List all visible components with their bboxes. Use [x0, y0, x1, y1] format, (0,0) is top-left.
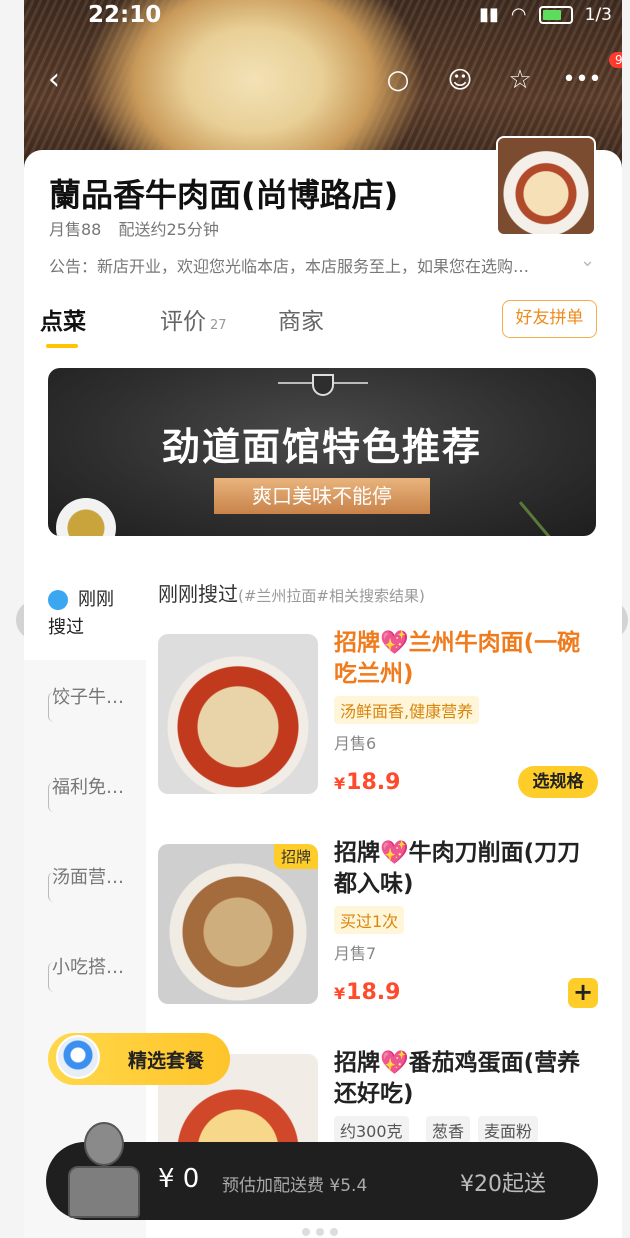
category-label: 刚刚搜过	[48, 589, 114, 638]
status-time: 22:10	[88, 2, 162, 28]
dish-tag: 汤鲜面香,健康营养	[334, 696, 480, 724]
search-icon[interactable]: ○	[378, 58, 418, 102]
tab-order[interactable]: 点菜	[40, 302, 86, 336]
dish-item[interactable]: 招牌 招牌💖牛肉刀削面(刀刀都入味) 买过1次 月售7 ¥18.9 +	[158, 840, 598, 1034]
dish-name: 招牌💖番茄鸡蛋面(营养还好吃)	[334, 1050, 581, 1107]
minimum-order[interactable]: ¥20起送	[460, 1166, 546, 1198]
dish-price: ¥18.9	[334, 980, 401, 1005]
shop-meta: 月售88 配送约25分钟	[49, 216, 231, 240]
star-icon[interactable]: ☆	[500, 58, 540, 102]
category-item-recent[interactable]: 刚刚搜过	[24, 560, 146, 660]
monthly-sales: 月售88	[49, 220, 102, 239]
dish-tag: 葱香	[426, 1116, 471, 1144]
tab-active-indicator	[46, 344, 78, 348]
tab-bar: 点菜 评价 27 商家 好友拼单	[24, 300, 622, 350]
dish-image[interactable]: 招牌	[158, 844, 318, 1004]
category-bullet-icon	[48, 692, 56, 722]
category-bullet-icon	[48, 782, 56, 812]
dish-tag: 买过1次	[334, 906, 405, 934]
page-dots	[302, 1228, 338, 1236]
category-item-dumplings[interactable]: 饺子牛…	[48, 686, 138, 722]
cart-avatar-icon[interactable]	[64, 1122, 144, 1222]
status-bar: 22:10 ▮▮ ◠ 1/3	[24, 0, 622, 32]
signature-tag: 招牌	[273, 844, 318, 869]
dish-sales: 月售6	[334, 734, 377, 753]
avatar-head	[84, 1122, 124, 1166]
combo-label: 精选套餐	[128, 1050, 205, 1072]
delivery-time: 配送约25分钟	[118, 220, 219, 239]
category-bullet-icon	[48, 962, 56, 992]
screen-frame: ‹ › 22:10 ▮▮ ◠ 1/3 ‹ ○ ☺ ☆ ••• 99+	[0, 0, 630, 1238]
signal-icon: ▮▮	[479, 4, 499, 25]
dish-tag: 麦面粉	[478, 1116, 539, 1144]
banner-title: 劲道面馆特色推荐	[161, 425, 482, 469]
dish-tag: 约300克	[334, 1116, 409, 1144]
choose-spec-button[interactable]: 选规格	[518, 766, 598, 798]
combo-set-button[interactable]: 精选套餐	[48, 1033, 230, 1085]
avatar-body	[68, 1166, 140, 1218]
category-bullet-icon	[48, 872, 56, 902]
category-item-snacks[interactable]: 小吃搭…	[48, 956, 138, 992]
dish-price: ¥18.9	[334, 770, 401, 795]
robot-icon	[56, 1035, 100, 1079]
back-icon[interactable]: ‹	[34, 58, 74, 102]
category-item-soup-noodles[interactable]: 汤面营…	[48, 866, 138, 902]
dish-image[interactable]	[158, 634, 318, 794]
tab-reviews[interactable]: 评价 27	[160, 302, 227, 336]
bowl-icon	[312, 374, 334, 396]
section-title: 刚刚搜过(#兰州拉面#相关搜索结果)	[158, 582, 425, 606]
notification-badge: 99+	[609, 52, 622, 68]
customer-service-icon[interactable]: ☺	[440, 58, 480, 102]
delivery-fee: 预估加配送费 ¥5.4	[222, 1176, 368, 1196]
chevron-down-icon[interactable]: ⌄	[580, 250, 595, 271]
banner-subtitle: 爽口美味不能停	[214, 478, 430, 514]
category-item-welfare[interactable]: 福利免…	[48, 776, 138, 812]
app-screen: 22:10 ▮▮ ◠ 1/3 ‹ ○ ☺ ☆ ••• 99+ 蘭品香牛肉面(尚博…	[24, 0, 622, 1238]
page-indicator: 1/3	[584, 4, 612, 25]
shop-info-card: 蘭品香牛肉面(尚博路店) 月售88 配送约25分钟 公告：新店开业，欢迎您光临本…	[24, 136, 622, 350]
dish-sales: 月售7	[334, 944, 377, 963]
sauce-dish-image	[56, 498, 116, 536]
battery-icon	[538, 5, 573, 24]
dish-name: 招牌💖牛肉刀削面(刀刀都入味)	[334, 840, 581, 897]
dish-item[interactable]: 招牌💖兰州牛肉面(一碗吃兰州) 汤鲜面香,健康营养 月售6 ¥18.9 选规格	[158, 630, 598, 824]
add-to-cart-button[interactable]: +	[568, 978, 598, 1008]
more-icon[interactable]: •••	[562, 58, 602, 102]
status-icons: ▮▮ ◠ 1/3	[479, 4, 612, 25]
shop-name: 蘭品香牛肉面(尚博路店)	[49, 176, 399, 214]
shop-notice[interactable]: 公告：新店开业，欢迎您光临本店，本店服务至上，如果您在选购…	[49, 253, 604, 277]
cart-total: ¥ 0	[158, 1164, 200, 1194]
rosemary-image	[518, 464, 596, 536]
dish-name: 招牌💖兰州牛肉面(一碗吃兰州)	[334, 630, 581, 687]
wifi-icon: ◠	[510, 4, 527, 25]
tab-merchant[interactable]: 商家	[278, 302, 324, 336]
shop-thumbnail[interactable]	[496, 136, 596, 236]
promo-banner[interactable]: 劲道面馆特色推荐 爽口美味不能停	[48, 368, 596, 536]
friend-group-order-button[interactable]: 好友拼单	[502, 300, 597, 338]
top-navbar: ‹ ○ ☺ ☆ •••	[24, 58, 622, 102]
